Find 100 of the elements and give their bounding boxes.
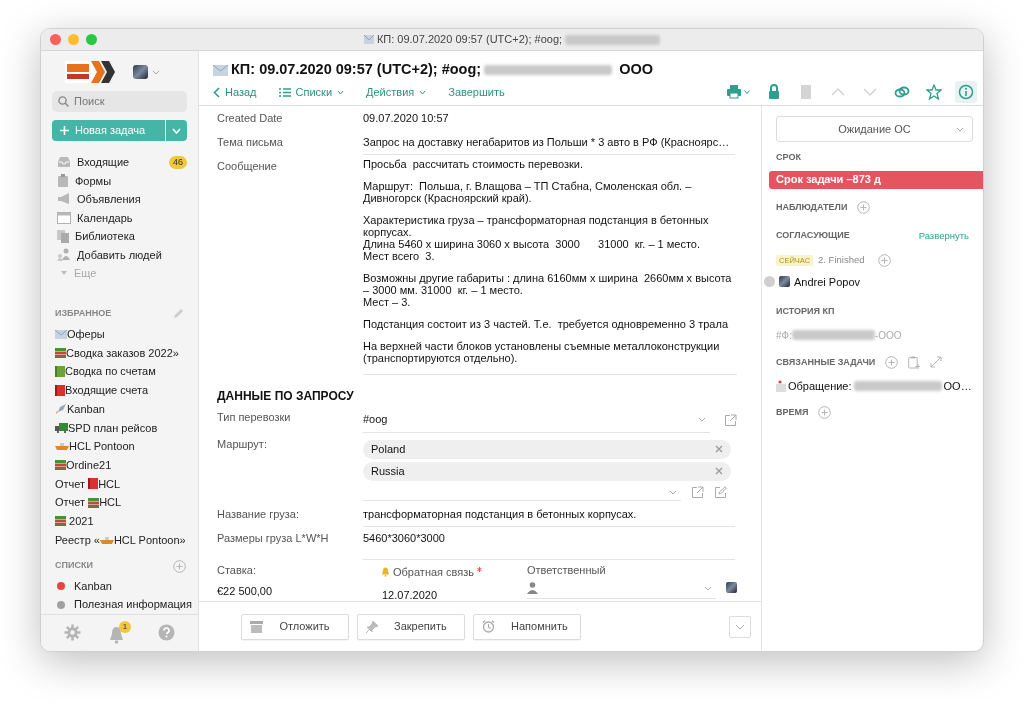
- task-icon: [776, 380, 786, 393]
- status-dropdown[interactable]: Ожидание ОС: [776, 116, 973, 142]
- favorite-item[interactable]: SPD план рейсов: [55, 418, 198, 438]
- message-paragraph: Возможны другие габариты : длина 6160мм х ширина 2660мм х высота – 3000 мм. 31000 кг. – 1 место. Мест – 3.: [363, 272, 733, 308]
- select-field[interactable]: #oog: [363, 409, 710, 433]
- favorite-item[interactable]: Kanban: [55, 399, 198, 419]
- favorite-item[interactable]: Сводка по счетам: [55, 362, 198, 382]
- toolbar-link[interactable]: Списки: [278, 83, 345, 101]
- alarm-clock-icon: [482, 620, 495, 633]
- truck-icon: [55, 422, 68, 433]
- favorite-item[interactable]: HCL Pontoon: [55, 437, 198, 456]
- people-icon: [57, 248, 71, 262]
- boat-icon: [55, 442, 69, 451]
- plus-icon: [173, 559, 186, 573]
- field-label: Ставка:: [217, 563, 258, 578]
- field-label: Обратная связь: [393, 565, 475, 580]
- chevron-down-icon: [152, 69, 160, 75]
- sidebar-item[interactable]: Входящие 46: [57, 153, 187, 172]
- section-heading: СВЯЗАННЫЕ ЗАДАЧИ: [776, 355, 876, 369]
- person-icon: [527, 582, 538, 594]
- favorite-item[interactable]: Оферы: [55, 325, 198, 344]
- calendar-icon: [57, 211, 71, 224]
- related-task-link[interactable]: Обращение:: [788, 378, 852, 395]
- printer-icon: [726, 84, 742, 100]
- dropdown-button[interactable]: [166, 120, 187, 141]
- field-label: Сообщение: [217, 159, 278, 174]
- sidebar-item[interactable]: Календарь: [57, 208, 187, 227]
- tool-button[interactable]: [923, 81, 945, 103]
- megaphone-icon: [57, 193, 71, 206]
- sidebar-item[interactable]: Формы: [57, 171, 187, 190]
- book-stack-icon: [55, 516, 66, 527]
- help-button[interactable]: [157, 624, 175, 642]
- search-field[interactable]: Поиск: [52, 91, 187, 112]
- footer-button[interactable]: Напомнить: [473, 613, 581, 640]
- favorite-item[interactable]: Входящие счета: [55, 381, 198, 400]
- notifications-button[interactable]: 1: [108, 621, 131, 645]
- book-icon: [55, 384, 65, 396]
- field-label: Маршрут:: [217, 436, 268, 452]
- chevron-down-icon: [956, 127, 964, 132]
- edit-icon: [714, 486, 727, 499]
- section-heading: ДАННЫЕ ПО ЗАПРОСУ: [217, 388, 355, 405]
- inbox-icon: [57, 156, 71, 169]
- favorite-item[interactable]: Отчет HCL: [55, 474, 198, 494]
- section-heading: НАБЛЮДАТЕЛИ: [776, 200, 848, 214]
- book-icon: [88, 478, 99, 490]
- remove-icon: [715, 467, 723, 475]
- tag-chip[interactable]: Poland: [363, 439, 731, 459]
- date-field[interactable]: 12.07.2020: [381, 580, 527, 601]
- plus-icon: [818, 405, 832, 419]
- status-indicator: [764, 276, 775, 288]
- expand-icon: [930, 356, 943, 369]
- expand-button[interactable]: [729, 615, 751, 638]
- archive-icon: [250, 620, 263, 633]
- list-item[interactable]: Kanban: [57, 576, 198, 596]
- tool-button[interactable]: [955, 81, 977, 103]
- field-label: Размеры груза L*W*H: [217, 531, 330, 546]
- plus-icon: [60, 126, 69, 135]
- info-icon: [958, 84, 974, 100]
- settings-button[interactable]: [64, 624, 82, 642]
- clipboard-add-icon: [908, 355, 921, 369]
- remove-icon: [715, 445, 723, 453]
- footer-button[interactable]: Отложить: [241, 613, 349, 640]
- message-paragraph: Характеристика груза – трансформаторная подстанция в бетонных корпусах. Длина 5460 х ширина 3060 х высота 3000 31000 кг. – 1 место. Мест всего 3.: [363, 214, 710, 262]
- message-paragraph: На верхней части блоков установлены съемные металлоконструкции (транспортируются отдельно).: [363, 340, 721, 364]
- rocket-icon: [55, 403, 67, 416]
- chevron-left-icon: [213, 86, 220, 98]
- sidebar-item[interactable]: Объявления: [57, 190, 187, 209]
- boat-icon: [99, 535, 114, 544]
- footer-button[interactable]: Закрепить: [357, 613, 465, 640]
- page-title: КП: 09.07.2020 09:57 (UTC+2); #oog;: [231, 60, 482, 80]
- favorite-item[interactable]: 2021: [55, 511, 198, 531]
- minimize-button[interactable]: [68, 34, 79, 45]
- toolbar-link[interactable]: Назад: [213, 83, 257, 101]
- approver-name[interactable]: Andrei Popov: [794, 273, 861, 290]
- favorite-item[interactable]: Ordine21: [55, 455, 198, 475]
- avatar-icon: [779, 276, 790, 288]
- search-icon: [58, 96, 69, 107]
- section-heading: СРОК: [776, 151, 801, 164]
- search-input[interactable]: Поиск: [74, 93, 174, 110]
- zoom-button[interactable]: [86, 34, 97, 45]
- close-button[interactable]: [50, 34, 61, 45]
- window-title: КП: 09.07.2020 09:57 (UTC+2); #oog;: [376, 32, 563, 48]
- sidebar-item[interactable]: Библиотека: [57, 227, 187, 246]
- tag-chip[interactable]: Russia: [363, 461, 731, 481]
- favorite-item[interactable]: Сводка заказов 2022»: [55, 343, 198, 363]
- related-task-link[interactable]: ОО…: [943, 378, 972, 395]
- open-external-icon: [724, 414, 737, 428]
- favorite-item[interactable]: Отчет HCL: [55, 493, 198, 512]
- toolbar-link[interactable]: Завершить: [448, 83, 505, 101]
- list-item[interactable]: Полезная информация: [57, 595, 198, 614]
- message-paragraph: Маршрут: Польша, г. Влащова – ТП Стабна, Смоленская обл. – Дивногорск (Красноярский край).: [363, 180, 693, 204]
- link-icon: [894, 84, 910, 100]
- favorite-item[interactable]: Реестр « HCL Pontoon»: [55, 530, 198, 550]
- avatar-icon[interactable]: [133, 65, 148, 79]
- sidebar-item[interactable]: Добавить людей: [57, 245, 187, 264]
- avatar-icon: [726, 581, 737, 593]
- toolbar-link[interactable]: Действия: [366, 83, 427, 101]
- plus-icon: [885, 355, 899, 369]
- pin-icon: [366, 620, 378, 633]
- field-value: Запрос на доставку негабаритов из Польши * 3 авто в РФ (Красноярс…: [363, 133, 735, 155]
